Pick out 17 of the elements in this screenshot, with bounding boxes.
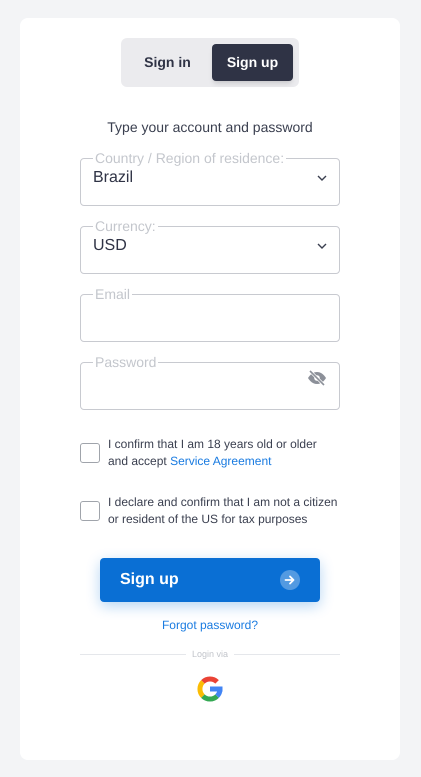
chevron-down-icon — [317, 175, 327, 181]
divider-label: Login via — [192, 648, 228, 661]
select-field[interactable]: Currency: USD — [80, 218, 340, 274]
agreement-text: I declare and confirm that I am not a citizen or resident of the US for tax purposes — [108, 494, 338, 528]
chevron-down-icon — [317, 243, 327, 249]
google-icon[interactable] — [195, 674, 225, 704]
select-field[interactable]: Country / Region of residence: Brazil — [80, 150, 340, 206]
checkbox[interactable] — [80, 501, 100, 521]
agreement-text: I confirm that I am 18 years old or older and accept Service Agreement — [108, 436, 318, 470]
sign-up-button[interactable]: Sign up — [100, 558, 320, 602]
form-subtitle: Type your account and password — [107, 118, 313, 137]
service-agreement-link[interactable]: Service Agreement — [170, 454, 272, 468]
checkbox[interactable] — [80, 443, 100, 463]
forgot-password-link[interactable]: Forgot password? — [162, 616, 258, 634]
eye-slash-icon[interactable] — [307, 370, 327, 386]
tab[interactable]: Sign up — [212, 44, 293, 81]
tab[interactable]: Sign in — [127, 44, 208, 81]
